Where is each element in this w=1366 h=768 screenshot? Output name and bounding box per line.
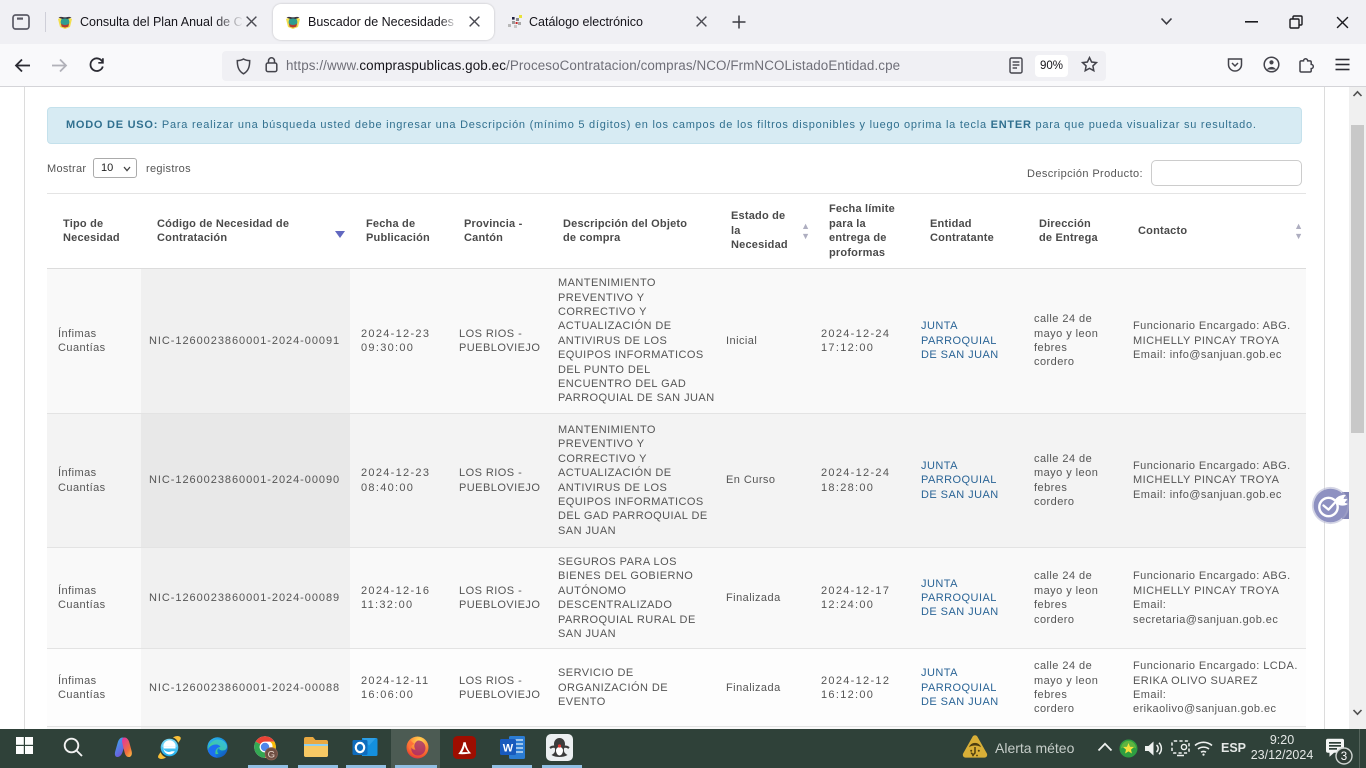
svg-text:G: G [268, 750, 275, 761]
svg-text:3: 3 [1341, 751, 1347, 763]
svg-text:W: W [503, 743, 514, 755]
